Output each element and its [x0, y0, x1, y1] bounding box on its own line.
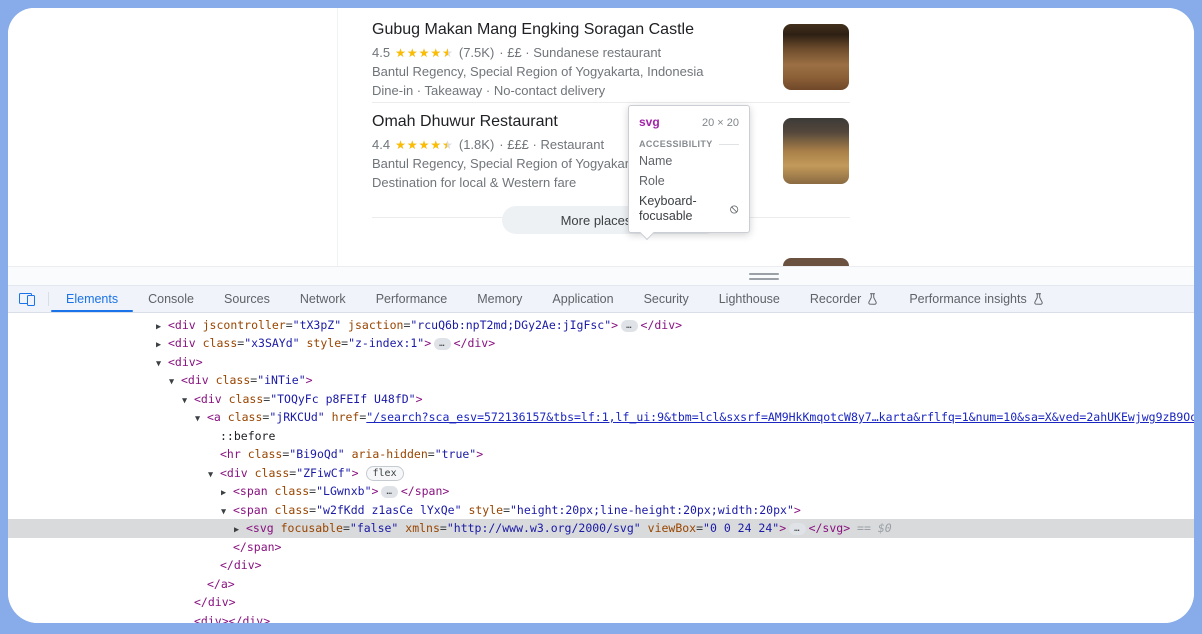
- href-link[interactable]: "/search?sca_esv=572136157&tbs=lf:1,lf_u…: [366, 410, 1194, 424]
- results-column-edge: [337, 8, 338, 266]
- code-line[interactable]: ▼<div class="ZFiwCf">flex: [8, 464, 1194, 483]
- accessibility-section-title: ACCESSIBILITY: [639, 139, 739, 149]
- tabbar-divider: [48, 292, 49, 306]
- tab-memory[interactable]: Memory: [462, 286, 537, 312]
- inspected-dimensions: 20 × 20: [702, 117, 739, 129]
- code-line[interactable]: <div></div>: [8, 612, 1194, 624]
- experiment-flask-icon: [866, 292, 879, 306]
- tab-sources[interactable]: Sources: [209, 286, 285, 312]
- code-line[interactable]: </span>: [8, 538, 1194, 557]
- disclosure-triangle[interactable]: ▶: [221, 484, 233, 503]
- tab-recorder[interactable]: Recorder: [795, 286, 894, 312]
- code-line[interactable]: ▼<div class="TOQyFc p8FEIf U48fD">: [8, 390, 1194, 409]
- inspect-tooltip-header: svg 20 × 20: [639, 115, 739, 129]
- code-line[interactable]: ▶<div jscontroller="tX3pZ" jsaction="rcu…: [8, 316, 1194, 335]
- accessibility-role-row: Role: [639, 174, 739, 189]
- star-rating-icon: ★★★★★★★★★★: [395, 138, 454, 152]
- more-places-label: More places: [561, 213, 632, 228]
- disclosure-triangle[interactable]: ▼: [195, 410, 207, 429]
- tab-performance-insights[interactable]: Performance insights: [894, 286, 1059, 312]
- flex-badge[interactable]: flex: [366, 466, 404, 481]
- code-line[interactable]: ▼<div class="iNTie">: [8, 371, 1194, 390]
- not-focusable-icon: [729, 203, 739, 216]
- tab-lighthouse[interactable]: Lighthouse: [704, 286, 795, 312]
- drawer-resize-handle[interactable]: [749, 273, 779, 283]
- code-line[interactable]: ▼<div>: [8, 353, 1194, 372]
- restaurant-photo[interactable]: [783, 118, 849, 184]
- inspected-tag-name: svg: [639, 115, 660, 129]
- code-line[interactable]: ::before: [8, 427, 1194, 446]
- accessibility-keyboard-row: Keyboard-focusable: [639, 194, 739, 224]
- expand-inline-button[interactable]: …: [789, 523, 805, 535]
- tab-console[interactable]: Console: [133, 286, 209, 312]
- star-rating-icon: ★★★★★★★★★★: [395, 46, 454, 60]
- elements-tree: ▶<div jscontroller="KmkiLe" jsdata="jhnG…: [8, 313, 1194, 623]
- expand-inline-button[interactable]: …: [434, 338, 450, 350]
- rating-value: 4.5: [372, 45, 390, 61]
- restaurant-listing: Gubug Makan Mang Engking Soragan Castle …: [372, 20, 772, 99]
- disclosure-triangle[interactable]: ▼: [182, 392, 194, 411]
- disclosure-triangle[interactable]: ▼: [156, 355, 168, 374]
- rating-value: 4.4: [372, 137, 390, 153]
- price-and-category: · £££ · Restaurant: [499, 137, 604, 153]
- code-line-selected[interactable]: ▶<svg focusable="false" xmlns="http://ww…: [8, 519, 1194, 538]
- expand-inline-button[interactable]: …: [381, 486, 397, 498]
- code-line[interactable]: </a>: [8, 575, 1194, 594]
- disclosure-triangle[interactable]: ▼: [169, 373, 181, 392]
- listing-divider: [372, 102, 850, 103]
- devtools-tabbar: ElementsConsoleSourcesNetworkPerformance…: [8, 285, 1194, 313]
- code-line[interactable]: ▼<span class="w2fKdd z1asCe lYxQe" style…: [8, 501, 1194, 520]
- restaurant-photo[interactable]: [783, 24, 849, 90]
- devtools-resize-strip: [8, 266, 1194, 285]
- search-results-page: Gubug Makan Mang Engking Soragan Castle …: [8, 8, 1194, 266]
- disclosure-triangle[interactable]: ▶: [234, 521, 246, 540]
- tab-elements[interactable]: Elements: [51, 286, 133, 312]
- tab-network[interactable]: Network: [285, 286, 361, 312]
- accessibility-name-row: Name: [639, 154, 739, 169]
- tooltip-caret: [640, 226, 654, 240]
- tab-security[interactable]: Security: [629, 286, 704, 312]
- price-and-category: · ££ · Sundanese restaurant: [499, 45, 661, 61]
- restaurant-address: Bantul Regency, Special Region of Yogyak…: [372, 64, 772, 80]
- expand-inline-button[interactable]: …: [621, 320, 637, 332]
- disclosure-triangle[interactable]: ▼: [221, 503, 233, 522]
- tab-application[interactable]: Application: [537, 286, 628, 312]
- restaurant-services: Dine-in · Takeaway · No-contact delivery: [372, 83, 772, 99]
- browser-window: Gubug Makan Mang Engking Soragan Castle …: [8, 8, 1194, 623]
- device-toolbar-button[interactable]: [8, 286, 46, 312]
- inspect-tooltip: svg 20 × 20 ACCESSIBILITY Name Role Keyb…: [628, 105, 750, 233]
- restaurant-title-link[interactable]: Gubug Makan Mang Engking Soragan Castle: [372, 20, 772, 40]
- disclosure-triangle[interactable]: ▼: [208, 466, 220, 485]
- code-line[interactable]: ▼<a class="jRKCUd" href="/search?sca_esv…: [8, 408, 1194, 427]
- code-line[interactable]: ▶<span class="LGwnxb">…</span>: [8, 482, 1194, 501]
- screenshot-root: { "page": { "listings": [ { "title": "Gu…: [0, 0, 1202, 634]
- restaurant-photo[interactable]: [783, 258, 849, 266]
- review-count: (1.8K): [459, 137, 494, 153]
- device-toolbar-icon: [19, 293, 35, 306]
- rating-row: 4.5 ★★★★★★★★★★ (7.5K) · ££ · Sundanese r…: [372, 45, 772, 61]
- code-line[interactable]: ▶<div class="x3SAYd" style="z-index:1">……: [8, 334, 1194, 353]
- review-count: (7.5K): [459, 45, 494, 61]
- code-line[interactable]: <hr class="Bi9oQd" aria-hidden="true">: [8, 445, 1194, 464]
- code-line[interactable]: </div>: [8, 556, 1194, 575]
- tab-performance[interactable]: Performance: [361, 286, 463, 312]
- disclosure-triangle[interactable]: ▶: [156, 336, 168, 355]
- experiment-flask-icon: [1032, 292, 1045, 306]
- code-line[interactable]: </div>: [8, 593, 1194, 612]
